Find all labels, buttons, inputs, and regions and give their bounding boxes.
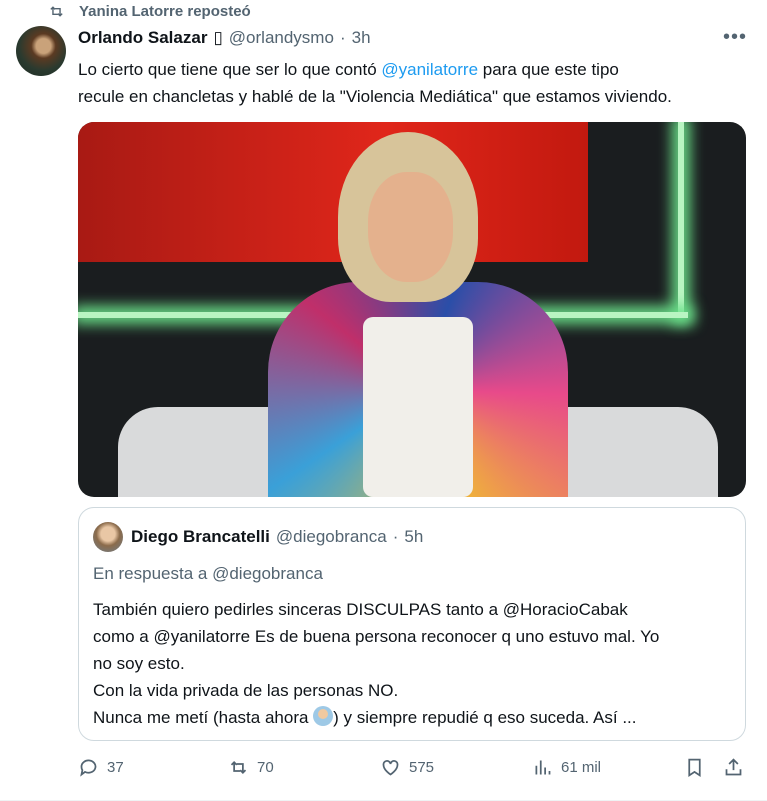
- reply-icon: [80, 759, 97, 777]
- repost-text: Yanina Latorre reposteó: [79, 2, 251, 20]
- quoted-line: Con la vida privada de las personas NO.: [93, 681, 399, 700]
- quoted-author-handle: @diegobranca: [275, 527, 387, 546]
- video-media[interactable]: [78, 122, 746, 497]
- bookmark-icon: [688, 758, 701, 778]
- quoted-line: como a @yanilatorre Es de buena persona …: [93, 627, 660, 646]
- tweet-text-part2: para que este tipo: [478, 60, 619, 79]
- quoted-author-name: Diego Brancatelli: [131, 527, 270, 546]
- reply-count: 37: [107, 759, 124, 776]
- quoted-tweet[interactable]: Diego Brancatelli @diegobranca · 5h En r…: [78, 507, 746, 741]
- reply-button[interactable]: 37: [78, 757, 124, 778]
- like-count: 575: [409, 759, 435, 776]
- like-button[interactable]: 575: [380, 757, 434, 778]
- repost-button[interactable]: 70: [228, 757, 274, 778]
- quoted-header: Diego Brancatelli @diegobranca · 5h: [131, 527, 423, 547]
- tweet-header: Orlando Salazar ▯ @orlandysmo · 3h: [78, 28, 371, 48]
- quoted-line-last: Nunca me metí (hasta ahora ) y siempre r…: [93, 704, 733, 731]
- white-shirt: [363, 317, 473, 497]
- share-button[interactable]: [723, 757, 744, 778]
- bookmark-button[interactable]: [684, 757, 705, 778]
- quoted-author-avatar: [93, 522, 123, 552]
- repost-indicator: Yanina Latorre reposteó: [48, 0, 251, 22]
- separator: ·: [339, 28, 346, 47]
- facepalm-emoji-icon: [313, 706, 334, 726]
- heart-icon: [382, 760, 399, 776]
- quoted-time: 5h: [404, 527, 424, 546]
- quoted-line: También quiero pedirles sinceras DISCULP…: [93, 600, 628, 619]
- tweet-text-part1: Lo cierto que tiene que ser lo que contó: [78, 60, 382, 79]
- quoted-last-part1: Nunca me metí (hasta ahora: [93, 708, 314, 727]
- repost-icon: [50, 5, 63, 17]
- face: [368, 172, 453, 282]
- person-figure: [228, 132, 568, 497]
- views-chart-icon: [535, 760, 551, 775]
- tweet-text-line2: recule en chancletas y hablé de la "Viol…: [78, 87, 672, 106]
- more-options-icon[interactable]: •••: [723, 26, 747, 49]
- reply-context: En respuesta a @diegobranca: [93, 564, 323, 583]
- quoted-text: También quiero pedirles sinceras DISCULP…: [93, 596, 733, 731]
- author-handle[interactable]: @orlandysmo: [229, 28, 334, 48]
- tweet-time[interactable]: 3h: [352, 28, 371, 48]
- repost-count: 70: [257, 759, 274, 776]
- author-avatar[interactable]: [16, 26, 66, 76]
- tweet-text: Lo cierto que tiene que ser lo que contó…: [78, 56, 748, 110]
- mention-link[interactable]: @yanilatorre: [381, 60, 478, 79]
- views-count: 61 mil: [561, 759, 602, 776]
- views-button[interactable]: 61 mil: [532, 757, 601, 778]
- author-name[interactable]: Orlando Salazar: [78, 28, 207, 48]
- neon-light-vertical: [678, 122, 684, 318]
- quoted-line: no soy esto.: [93, 654, 185, 673]
- repost-action-icon: [230, 761, 247, 774]
- author-badge: ▯: [213, 28, 223, 47]
- quoted-last-part2: ) y siempre repudié q eso suceda. Así ..…: [333, 708, 637, 727]
- quoted-separator: ·: [392, 527, 399, 546]
- share-icon: [725, 758, 742, 776]
- action-bar: 37 70 575 61 mil: [78, 757, 748, 785]
